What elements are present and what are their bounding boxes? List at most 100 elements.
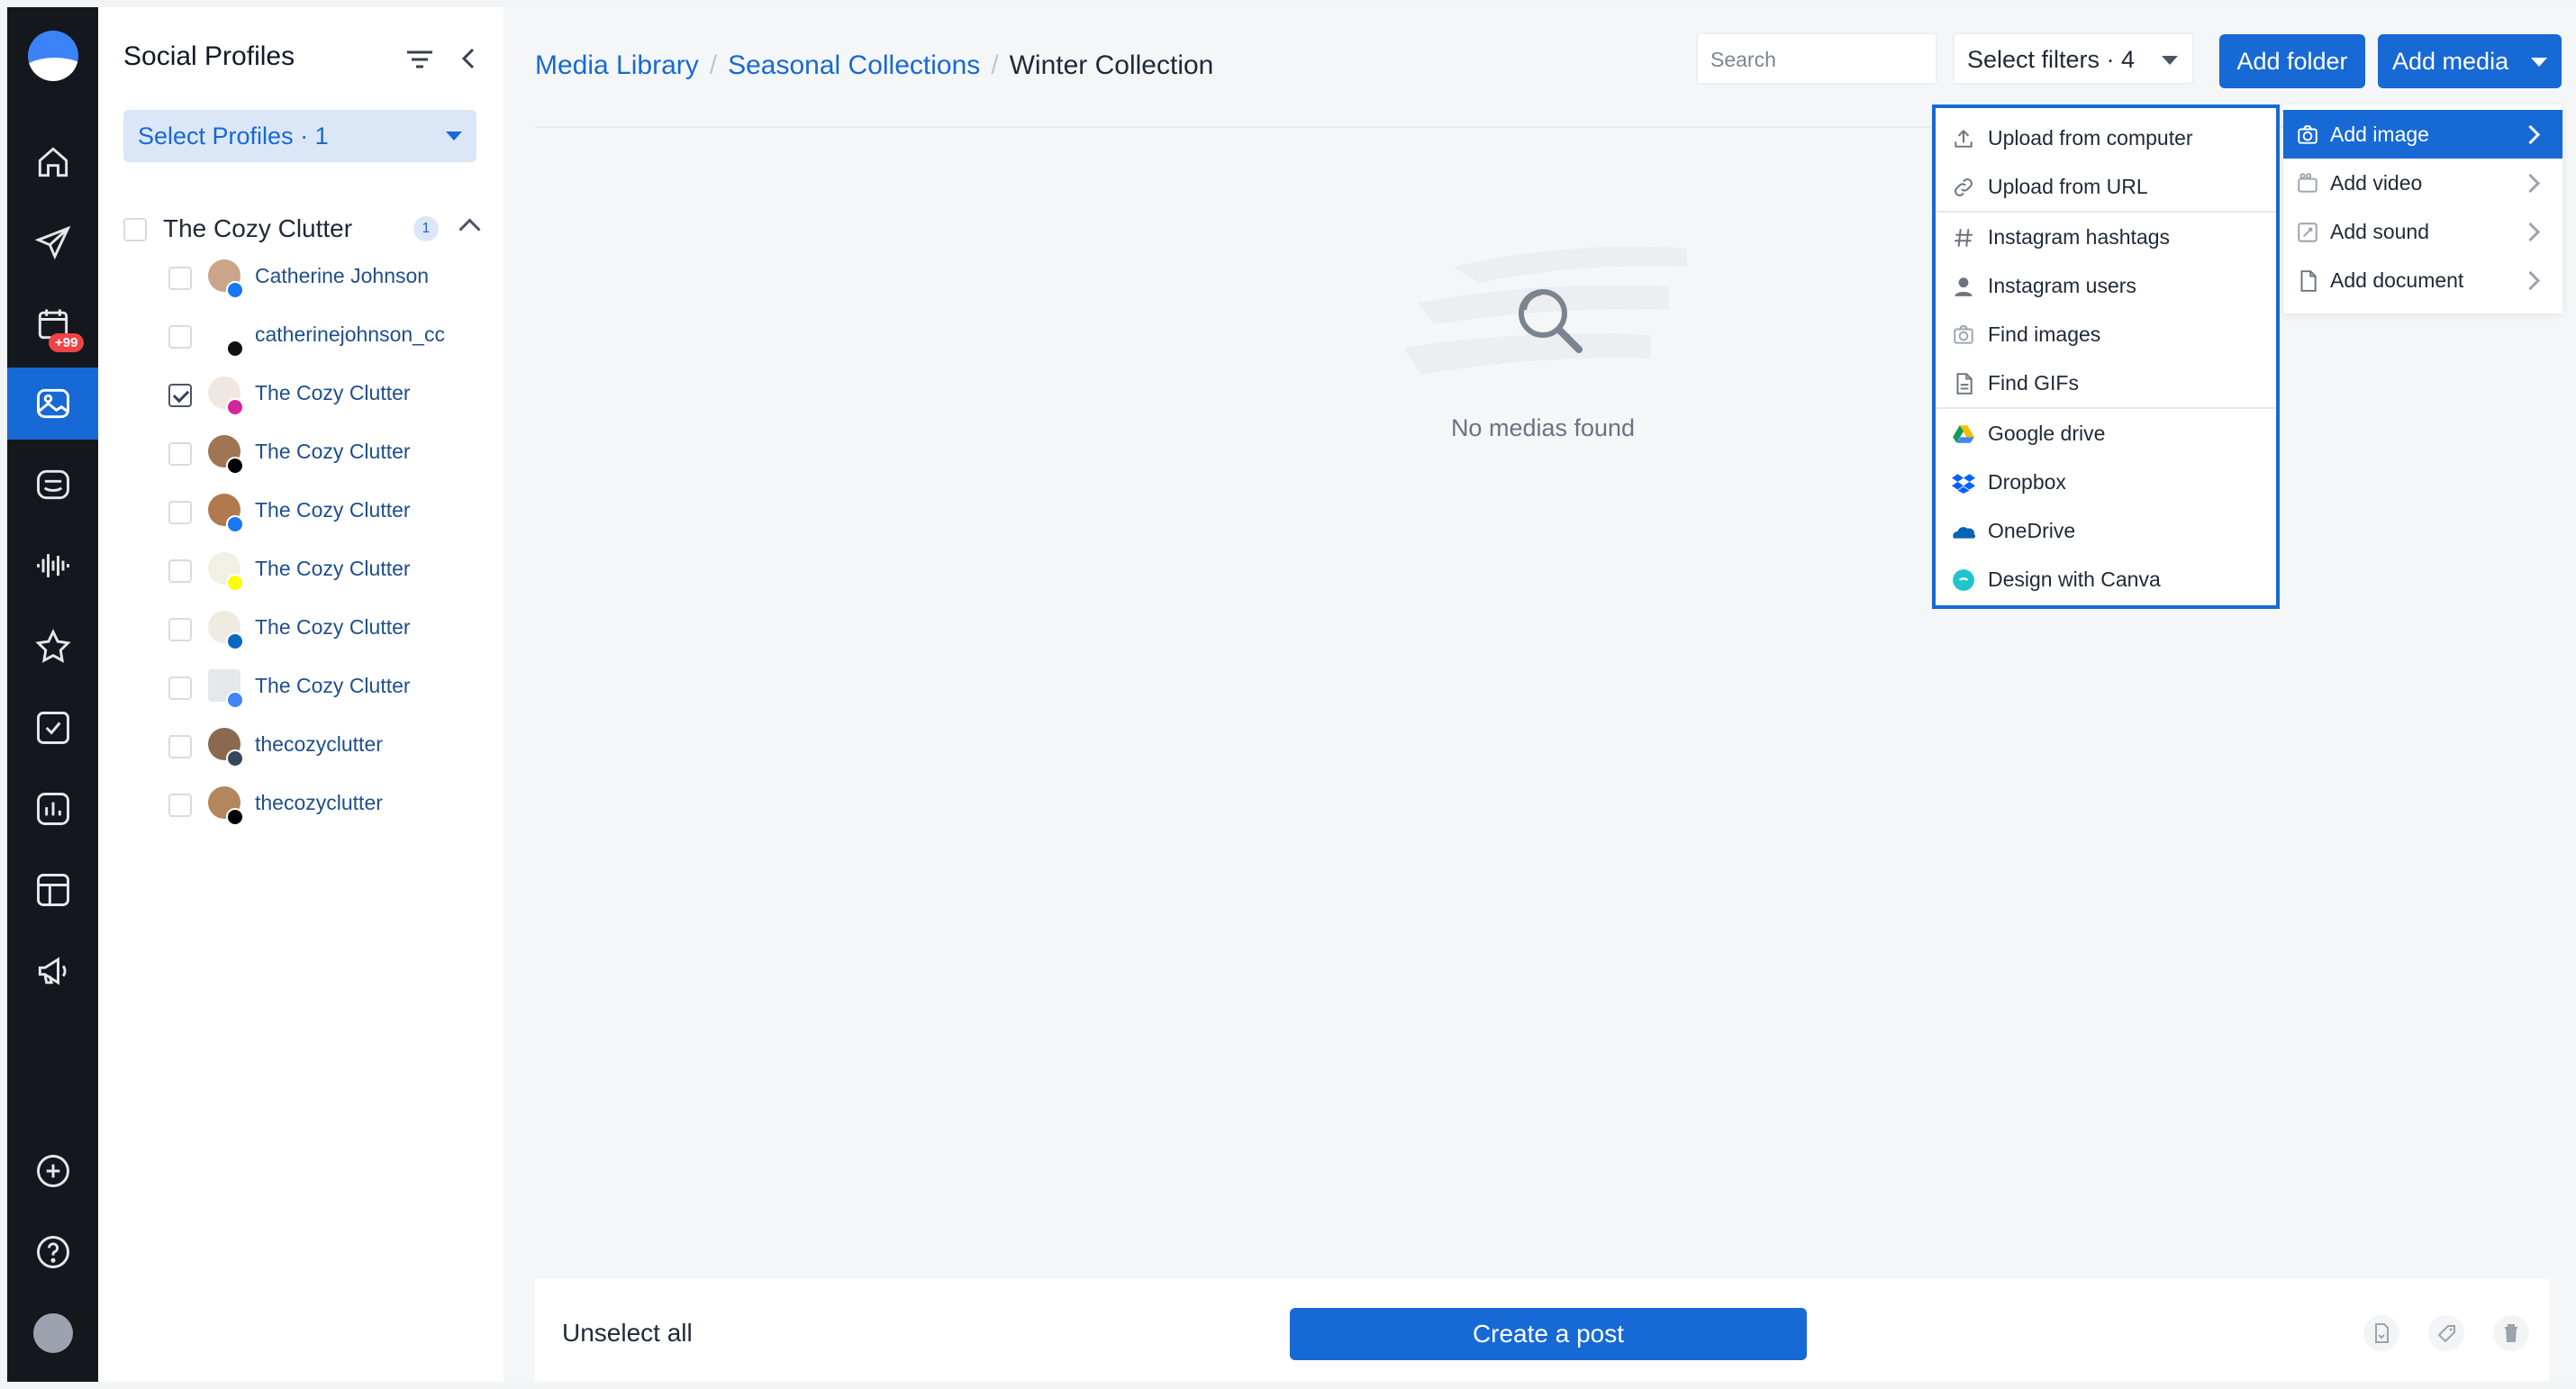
unselect-all-button[interactable]: Unselect all bbox=[562, 1319, 693, 1348]
menu-instagram-hashtags[interactable]: Instagram hashtags bbox=[1936, 214, 2276, 259]
menu-find-gifs[interactable]: Find GIFs bbox=[1936, 360, 2276, 405]
tumblr-icon bbox=[226, 749, 244, 767]
group-count-badge: 1 bbox=[413, 216, 439, 241]
add-media-label: Add media bbox=[2392, 48, 2509, 75]
profile-checkbox[interactable] bbox=[168, 267, 192, 290]
send-icon[interactable] bbox=[7, 207, 98, 279]
profile-row[interactable]: The Cozy Clutter bbox=[159, 549, 493, 594]
add-icon[interactable] bbox=[7, 1135, 98, 1207]
analytics-icon[interactable] bbox=[7, 773, 98, 845]
inbox-icon[interactable] bbox=[7, 449, 98, 521]
linkedin-icon bbox=[226, 632, 244, 650]
menu-divider bbox=[1936, 407, 2276, 409]
add-media-button[interactable]: Add media bbox=[2378, 34, 2562, 88]
snapchat-icon bbox=[226, 574, 244, 592]
profile-row[interactable]: The Cozy Clutter bbox=[159, 607, 493, 652]
menu-onedrive[interactable]: OneDrive bbox=[1936, 508, 2276, 553]
search-placeholder: Search bbox=[1710, 48, 1776, 71]
threads-icon bbox=[226, 340, 244, 358]
breadcrumb-current: Winter Collection bbox=[1009, 50, 1214, 80]
select-filters-dropdown[interactable]: Select filters · 4 bbox=[1953, 32, 2194, 85]
star-icon[interactable] bbox=[7, 611, 98, 683]
menu-add-document[interactable]: Add document bbox=[2283, 256, 2562, 304]
video-icon bbox=[2298, 173, 2317, 193]
profile-row[interactable]: catherinejohnson_cc bbox=[159, 314, 493, 359]
home-icon[interactable] bbox=[7, 126, 98, 198]
menu-dropbox[interactable]: Dropbox bbox=[1936, 459, 2276, 504]
profile-checkbox[interactable] bbox=[168, 676, 192, 700]
breadcrumb-media-library[interactable]: Media Library bbox=[535, 50, 699, 80]
profile-row[interactable]: thecozyclutter bbox=[159, 724, 493, 769]
add-folder-button[interactable]: Add folder bbox=[2219, 34, 2365, 88]
profile-name: The Cozy Clutter bbox=[255, 498, 411, 522]
breadcrumb-separator: / bbox=[709, 50, 718, 80]
profile-row[interactable]: The Cozy Clutter bbox=[159, 431, 493, 477]
filters-label: Select filters · 4 bbox=[1967, 46, 2136, 73]
menu-add-sound[interactable]: Add sound bbox=[2283, 207, 2562, 256]
create-post-button[interactable]: Create a post bbox=[1290, 1308, 1807, 1360]
main-navigation-rail: +99 bbox=[7, 7, 98, 1382]
sound-icon bbox=[2298, 222, 2317, 242]
profile-row[interactable]: thecozyclutter bbox=[159, 783, 493, 828]
panel-title: Social Profiles bbox=[123, 41, 295, 71]
caret-down-icon bbox=[446, 132, 462, 141]
menu-google-drive[interactable]: Google drive bbox=[1936, 411, 2276, 456]
menu-upload-from-computer[interactable]: Upload from computer bbox=[1936, 115, 2276, 160]
select-profiles-label: Select Profiles · 1 bbox=[138, 123, 329, 150]
menu-item-label: Find GIFs bbox=[1988, 371, 2079, 395]
app-window: +99 Social Profiles Select Profiles · 1 … bbox=[7, 7, 2576, 1382]
chevron-up-icon[interactable] bbox=[458, 218, 481, 241]
tag-icon[interactable] bbox=[2428, 1315, 2464, 1351]
profile-checkbox[interactable] bbox=[168, 501, 192, 524]
trash-icon[interactable] bbox=[2493, 1315, 2529, 1351]
group-checkbox[interactable] bbox=[123, 218, 147, 241]
profile-row[interactable]: The Cozy Clutter bbox=[159, 666, 493, 711]
megaphone-icon[interactable] bbox=[7, 935, 98, 1007]
layout-icon[interactable] bbox=[7, 854, 98, 926]
help-icon[interactable] bbox=[7, 1216, 98, 1288]
filter-icon[interactable] bbox=[404, 47, 435, 72]
profile-checkbox[interactable] bbox=[168, 618, 192, 641]
camera-icon bbox=[1954, 325, 1973, 344]
convert-icon[interactable] bbox=[2363, 1315, 2399, 1351]
collapse-panel-icon[interactable] bbox=[457, 45, 480, 72]
menu-item-label: Add image bbox=[2330, 123, 2429, 146]
profile-checkbox[interactable] bbox=[168, 442, 192, 466]
menu-add-image[interactable]: Add image bbox=[2283, 110, 2562, 159]
profile-checkbox[interactable] bbox=[168, 384, 192, 407]
user-avatar-button[interactable] bbox=[7, 1297, 98, 1369]
profile-checkbox[interactable] bbox=[168, 559, 192, 583]
notification-badge: +99 bbox=[49, 333, 85, 352]
profile-checkbox[interactable] bbox=[168, 794, 192, 817]
profile-name: The Cozy Clutter bbox=[255, 674, 411, 697]
profile-row[interactable]: Catherine Johnson bbox=[159, 256, 493, 301]
menu-upload-from-url[interactable]: Upload from URL bbox=[1936, 164, 2276, 209]
search-input[interactable]: Search bbox=[1696, 32, 1937, 85]
canva-icon bbox=[1953, 569, 1974, 591]
profile-row[interactable]: The Cozy Clutter bbox=[159, 490, 493, 535]
calendar-icon[interactable]: +99 bbox=[7, 288, 98, 360]
onedrive-icon bbox=[1953, 527, 1975, 539]
breadcrumb: Media Library / Seasonal Collections / Winte… bbox=[535, 50, 1213, 81]
select-profiles-dropdown[interactable]: Select Profiles · 1 bbox=[123, 110, 476, 162]
menu-design-with-canva[interactable]: Design with Canva bbox=[1936, 557, 2276, 602]
listening-icon[interactable] bbox=[7, 530, 98, 602]
tasks-icon[interactable] bbox=[7, 692, 98, 764]
menu-instagram-users[interactable]: Instagram users bbox=[1936, 263, 2276, 308]
menu-item-label: OneDrive bbox=[1988, 519, 2076, 542]
profile-group[interactable]: The Cozy Clutter 1 bbox=[123, 211, 484, 250]
menu-add-video[interactable]: Add video bbox=[2283, 159, 2562, 207]
user-icon bbox=[1955, 277, 1973, 296]
media-source-menu: Upload from computer Upload from URL Ins… bbox=[1932, 104, 2280, 609]
empty-state-illustration bbox=[1403, 246, 1687, 375]
profile-checkbox[interactable] bbox=[168, 325, 192, 349]
profile-row[interactable]: The Cozy Clutter bbox=[159, 373, 493, 418]
media-library-icon[interactable] bbox=[7, 368, 98, 440]
menu-item-label: Upload from URL bbox=[1988, 175, 2148, 198]
breadcrumb-seasonal-collections[interactable]: Seasonal Collections bbox=[728, 50, 980, 80]
media-type-menu: Add image Add video Add sound Add docume… bbox=[2283, 104, 2562, 313]
menu-find-images[interactable]: Find images bbox=[1936, 312, 2276, 357]
google-drive-icon bbox=[1953, 425, 1974, 443]
app-logo[interactable] bbox=[28, 31, 78, 81]
profile-checkbox[interactable] bbox=[168, 735, 192, 758]
